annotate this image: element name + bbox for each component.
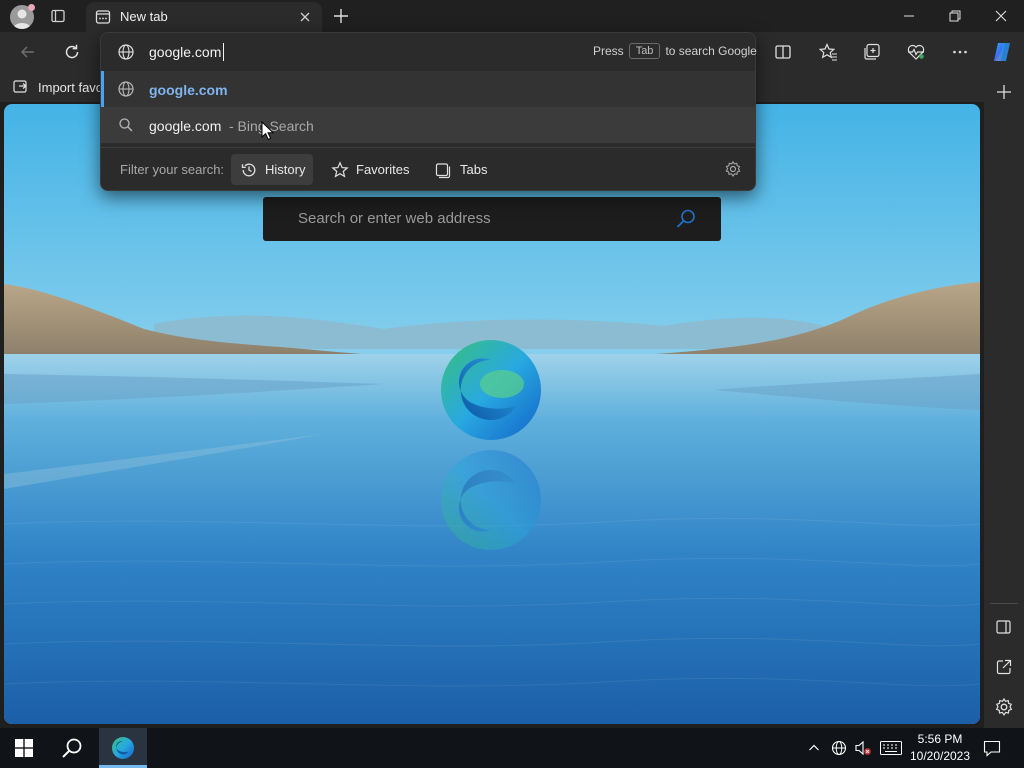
title-bar: New tab: [0, 0, 1024, 32]
filter-divider: [101, 147, 755, 148]
filter-label: Filter your search:: [120, 162, 225, 177]
tab-new-tab[interactable]: New tab: [86, 2, 322, 32]
filter-favorites-chip[interactable]: Favorites: [331, 154, 415, 185]
copilot-icon[interactable]: [986, 36, 1018, 68]
notifications-button[interactable]: [978, 728, 1006, 768]
history-icon: [240, 161, 258, 179]
favorites-icon[interactable]: [812, 36, 844, 68]
open-external-icon[interactable]: [995, 658, 1013, 676]
address-bar-dropdown: google.com Press Tab to search Google go…: [100, 32, 757, 191]
ntp-search-box[interactable]: Search or enter web address: [263, 197, 721, 241]
hint-press: Press: [593, 44, 624, 58]
filter-tabs-chip[interactable]: Tabs: [434, 154, 490, 185]
windows-logo-icon: [15, 739, 33, 757]
edge-taskbar-icon: [112, 737, 134, 759]
notification-icon: [983, 740, 1001, 757]
right-sidebar: [984, 72, 1024, 728]
clock-date: 10/20/2023: [909, 749, 971, 763]
suggestion-item[interactable]: google.com - Bing Search: [101, 107, 755, 143]
address-input-row[interactable]: google.com Press Tab to search Google: [101, 33, 757, 71]
start-button[interactable]: [0, 728, 48, 768]
new-tab-page-icon: [95, 9, 111, 25]
split-screen-icon[interactable]: [767, 36, 799, 68]
globe-icon: [117, 80, 135, 98]
taskbar: 5:56 PM 10/20/2023: [0, 728, 1024, 768]
search-icon: [62, 738, 82, 758]
ntp-search-input[interactable]: Search or enter web address: [298, 210, 491, 227]
close-window-button[interactable]: [978, 0, 1024, 32]
address-input[interactable]: google.com: [149, 44, 221, 60]
restore-button[interactable]: [932, 0, 978, 32]
chevron-up-icon: [809, 744, 819, 751]
more-menu-icon[interactable]: [944, 36, 976, 68]
sidebar-divider: [990, 603, 1018, 604]
touch-keyboard-tray-icon[interactable]: [878, 728, 904, 768]
refresh-button[interactable]: [56, 36, 88, 68]
collections-icon[interactable]: [856, 36, 888, 68]
tab-search-hint: Press Tab to search Google: [593, 43, 757, 59]
suggestion-text: google.com: [149, 82, 228, 98]
sidebar-settings-icon[interactable]: [994, 697, 1014, 717]
import-icon: [12, 78, 30, 96]
tab-actions-icon[interactable]: [50, 8, 66, 24]
globe-icon: [117, 43, 135, 61]
import-favorites-item[interactable]: Import favo: [12, 77, 103, 97]
hint-rest: to search Google: [665, 44, 757, 58]
network-tray-icon[interactable]: [828, 728, 850, 768]
taskbar-edge-button[interactable]: [99, 728, 147, 768]
show-hidden-icons-button[interactable]: [804, 728, 824, 768]
search-icon: [118, 117, 134, 133]
filter-favorites-label: Favorites: [356, 162, 410, 177]
filter-history-label: History: [265, 162, 306, 177]
mouse-cursor-icon: [261, 121, 275, 141]
filter-history-chip[interactable]: History: [231, 154, 313, 185]
ntp-search-icon[interactable]: [675, 208, 697, 230]
minimize-button[interactable]: [886, 0, 932, 32]
profile-badge-icon: [28, 4, 35, 11]
hint-key: Tab: [628, 43, 661, 59]
suggestion-text: google.com: [149, 118, 222, 134]
clock-time: 5:56 PM: [917, 732, 963, 746]
filter-tabs-label: Tabs: [460, 162, 488, 177]
settings-gear-icon[interactable]: [724, 160, 742, 178]
taskbar-search-button[interactable]: [48, 728, 96, 768]
star-icon: [331, 160, 349, 179]
tabs-icon: [434, 161, 452, 179]
selection-indicator: [101, 71, 104, 107]
text-caret: [223, 43, 224, 61]
import-favorites-label: Import favo: [38, 79, 104, 95]
clock[interactable]: 5:56 PM 10/20/2023: [908, 731, 972, 765]
close-tab-icon[interactable]: [298, 10, 312, 24]
browser-essentials-icon[interactable]: [900, 36, 932, 68]
back-button[interactable]: [12, 36, 44, 68]
add-sidebar-app-icon[interactable]: [995, 83, 1013, 101]
edge-logo-icon: [441, 340, 541, 440]
tab-title: New tab: [120, 9, 168, 24]
new-tab-button[interactable]: [332, 7, 350, 25]
hide-sidebar-icon[interactable]: [995, 618, 1013, 636]
suggestion-item[interactable]: google.com: [101, 71, 755, 107]
volume-muted-tray-icon[interactable]: [852, 728, 874, 768]
